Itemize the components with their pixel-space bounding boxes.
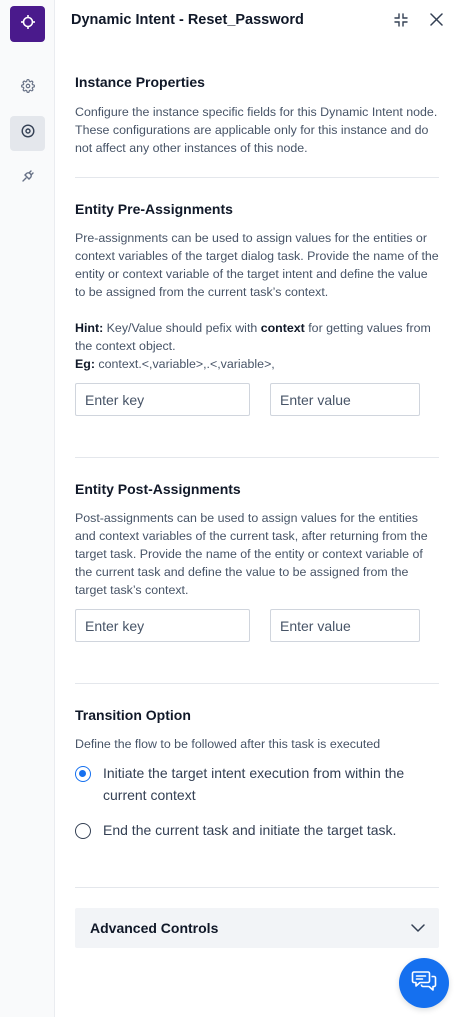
divider <box>75 457 439 458</box>
plug-icon <box>21 169 35 188</box>
divider <box>75 683 439 684</box>
post-assignment-key-input[interactable] <box>75 609 250 642</box>
chevron-down-icon <box>411 919 425 937</box>
advanced-controls-toggle[interactable]: Advanced Controls <box>75 908 439 948</box>
settings-gear-icon <box>20 79 35 98</box>
divider <box>75 177 439 178</box>
pre-assignments-description: Pre-assignments can be used to assign va… <box>75 231 439 299</box>
rail-instance-button[interactable] <box>10 116 45 151</box>
target-circle-icon <box>20 124 35 143</box>
post-assignments-description: Post-assignments can be used to assign v… <box>75 511 428 597</box>
example-label: Eg: <box>75 357 95 371</box>
close-button[interactable] <box>428 13 444 31</box>
chat-assistant-button[interactable] <box>399 958 449 1008</box>
collapse-button[interactable] <box>393 12 409 32</box>
advanced-controls-label: Advanced Controls <box>90 920 219 936</box>
pre-assignments-title: Entity Pre-Assignments <box>75 201 233 217</box>
left-rail <box>0 0 55 1017</box>
divider <box>75 887 439 888</box>
post-assignment-value-input[interactable] <box>270 609 420 642</box>
transition-option-description: Define the flow to be followed after thi… <box>75 737 381 751</box>
instance-properties-title: Instance Properties <box>75 74 205 90</box>
transition-option-title: Transition Option <box>75 707 191 723</box>
pre-assignment-value-input[interactable] <box>270 383 420 416</box>
transition-option-end-task[interactable]: End the current task and initiate the ta… <box>75 822 439 841</box>
radio-label: End the current task and initiate the ta… <box>103 822 397 838</box>
radio-unselected[interactable] <box>75 823 91 839</box>
crosshair-icon <box>20 14 36 35</box>
rail-settings-button[interactable] <box>10 71 45 106</box>
rail-connections-button[interactable] <box>10 161 45 196</box>
transition-option-within-context[interactable]: Initiate the target intent execution fro… <box>75 765 439 806</box>
radio-selected[interactable] <box>75 766 91 782</box>
panel-title: Dynamic Intent - Reset_Password <box>71 12 304 28</box>
pre-assignments-hint: Hint: Key/Value should pefix with contex… <box>75 319 439 373</box>
collapse-arrows-icon <box>394 12 408 32</box>
hint-keyword: context <box>260 321 305 335</box>
close-icon <box>429 13 443 31</box>
radio-label: Initiate the target intent execution fro… <box>103 765 405 803</box>
node-type-logo <box>10 6 45 42</box>
pre-assignment-key-input[interactable] <box>75 383 250 416</box>
post-assignments-title: Entity Post-Assignments <box>75 481 241 497</box>
instance-properties-description: Configure the instance specific fields f… <box>75 105 438 155</box>
hint-text-1: Key/Value should pefix with <box>103 321 261 335</box>
chat-bubbles-icon <box>411 970 437 997</box>
panel-header: Dynamic Intent - Reset_Password <box>55 0 459 44</box>
hint-label: Hint: <box>75 321 104 335</box>
example-text: context.<,variable>,.<,variable>, <box>94 357 275 371</box>
